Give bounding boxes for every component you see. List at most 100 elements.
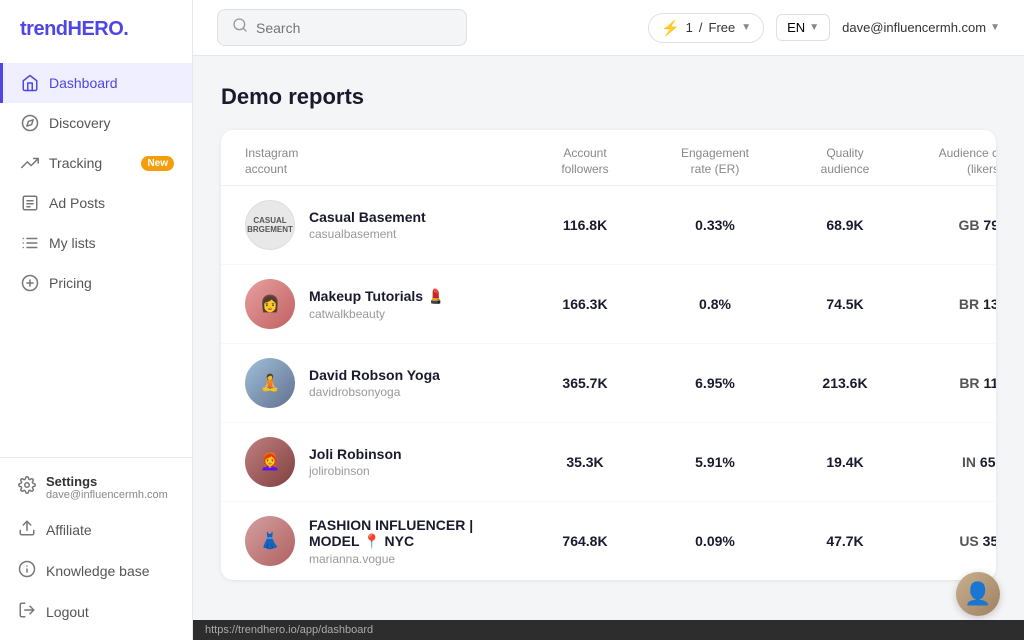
- account-name: Casual Basement: [309, 209, 426, 225]
- sidebar-nav: Dashboard Discovery Tracking New Ad Post…: [0, 59, 192, 457]
- country-value: US 35%: [905, 533, 996, 549]
- plan-separator: /: [699, 20, 703, 35]
- chevron-down-icon: ▼: [741, 22, 751, 33]
- sidebar-item-dashboard[interactable]: Dashboard: [0, 63, 192, 103]
- avatar: 👗: [245, 516, 295, 566]
- plan-number: 1: [686, 20, 693, 35]
- engagement-value: 0.09%: [645, 533, 785, 549]
- account-name: Makeup Tutorials 💄: [309, 288, 444, 305]
- col-country: Audience country(likers): [905, 146, 996, 177]
- avatar: 🧘: [245, 358, 295, 408]
- reports-table: Instagramaccount Accountfollowers Engage…: [221, 130, 996, 580]
- compass-icon: [21, 114, 39, 132]
- header-right: ⚡ 1 / Free ▼ EN ▼ dave@influencermh.com …: [648, 13, 1000, 43]
- status-bar: https://trendhero.io/app/dashboard: [193, 620, 1024, 640]
- country-pct: 35%: [983, 533, 996, 549]
- search-bar[interactable]: [217, 9, 467, 46]
- sidebar-item-knowledge-base[interactable]: Knowledge base: [0, 550, 192, 591]
- logo-dot: .: [123, 18, 128, 40]
- plan-badge[interactable]: ⚡ 1 / Free ▼: [648, 13, 764, 43]
- account-info: Casual Basement casualbasement: [309, 209, 426, 241]
- account-handle: marianna.vogue: [309, 552, 525, 566]
- sidebar-item-ad-posts[interactable]: Ad Posts: [0, 183, 192, 223]
- table-row: CASUALBRGEMENT Casual Basement casualbas…: [221, 186, 996, 265]
- quality-value: 68.9K: [785, 217, 905, 233]
- country-code: GB: [959, 217, 980, 233]
- sidebar-item-label: Affiliate: [46, 522, 92, 538]
- search-icon: [232, 17, 248, 38]
- header: ⚡ 1 / Free ▼ EN ▼ dave@influencermh.com …: [193, 0, 1024, 56]
- logout-icon: [18, 601, 36, 622]
- account-info: Joli Robinson jolirobinson: [309, 446, 402, 478]
- language-selector[interactable]: EN ▼: [776, 14, 830, 41]
- lang-label: EN: [787, 20, 805, 35]
- country-code: BR: [959, 375, 979, 391]
- followers-value: 116.8K: [525, 217, 645, 233]
- user-menu[interactable]: dave@influencermh.com ▼: [842, 20, 1000, 35]
- chevron-down-icon: ▼: [809, 22, 819, 33]
- sidebar-item-settings[interactable]: Settings dave@influencermh.com: [0, 466, 192, 509]
- lightning-icon: ⚡: [661, 19, 680, 37]
- country-value: BR 11%: [905, 375, 996, 391]
- followers-value: 35.3K: [525, 454, 645, 470]
- sidebar-item-discovery[interactable]: Discovery: [0, 103, 192, 143]
- sidebar-item-label: Knowledge base: [46, 563, 150, 579]
- logo: trendHERO.: [0, 0, 192, 59]
- followers-value: 365.7K: [525, 375, 645, 391]
- sidebar-item-label: Discovery: [49, 115, 110, 131]
- sidebar-item-logout[interactable]: Logout: [0, 591, 192, 632]
- file-icon: [21, 194, 39, 212]
- account-cell: 👩‍🦰 Joli Robinson jolirobinson: [245, 437, 525, 487]
- account-info: Makeup Tutorials 💄 catwalkbeauty: [309, 288, 444, 321]
- engagement-value: 0.8%: [645, 296, 785, 312]
- sidebar-bottom: Settings dave@influencermh.com Affiliate…: [0, 457, 192, 640]
- country-code: BR: [959, 296, 979, 312]
- country-pct: 79%: [983, 217, 996, 233]
- search-input[interactable]: [256, 20, 452, 36]
- account-handle: catwalkbeauty: [309, 307, 444, 321]
- info-icon: [18, 560, 36, 581]
- avatar: CASUALBRGEMENT: [245, 200, 295, 250]
- country-code: US: [959, 533, 978, 549]
- sidebar-item-affiliate[interactable]: Affiliate: [0, 509, 192, 550]
- followers-value: 166.3K: [525, 296, 645, 312]
- chevron-down-icon: ▼: [990, 22, 1000, 33]
- settings-label: Settings: [46, 474, 168, 489]
- new-badge: New: [141, 156, 174, 171]
- engagement-value: 6.95%: [645, 375, 785, 391]
- settings-email: dave@influencermh.com: [46, 489, 168, 501]
- page-title: Demo reports: [221, 84, 996, 110]
- gear-icon: [18, 476, 36, 499]
- account-handle: jolirobinson: [309, 464, 402, 478]
- upload-icon: [18, 519, 36, 540]
- country-pct: 13%: [983, 296, 996, 312]
- account-cell: 👗 FASHION INFLUENCER | MODEL 📍 NYC maria…: [245, 516, 525, 566]
- logo-text-accent: HERO: [68, 18, 124, 40]
- col-quality: Qualityaudience: [785, 146, 905, 177]
- main-content: ⚡ 1 / Free ▼ EN ▼ dave@influencermh.com …: [193, 0, 1024, 640]
- logo-text-bold: trend: [20, 18, 68, 40]
- sidebar-item-label: Dashboard: [49, 75, 118, 91]
- col-engagement: Engagementrate (ER): [645, 146, 785, 177]
- sidebar-item-pricing[interactable]: Pricing: [0, 263, 192, 303]
- account-cell: CASUALBRGEMENT Casual Basement casualbas…: [245, 200, 525, 250]
- account-info: David Robson Yoga davidrobsonyoga: [309, 367, 440, 399]
- sidebar-item-my-lists[interactable]: My lists: [0, 223, 192, 263]
- content-area: Demo reports Instagramaccount Accountfol…: [193, 56, 1024, 620]
- account-handle: casualbasement: [309, 227, 426, 241]
- quality-value: 213.6K: [785, 375, 905, 391]
- table-row: 👩‍🦰 Joli Robinson jolirobinson 35.3K 5.9…: [221, 423, 996, 502]
- user-email: dave@influencermh.com: [842, 20, 986, 35]
- country-pct: 65%: [980, 454, 996, 470]
- account-name: FASHION INFLUENCER | MODEL 📍 NYC: [309, 517, 525, 550]
- engagement-value: 5.91%: [645, 454, 785, 470]
- col-account: Instagramaccount: [245, 146, 525, 177]
- sidebar-item-label: Logout: [46, 604, 89, 620]
- country-code: IN: [962, 454, 976, 470]
- country-value: GB 79%: [905, 217, 996, 233]
- floating-user-avatar[interactable]: 👤: [956, 572, 1000, 616]
- account-handle: davidrobsonyoga: [309, 385, 440, 399]
- engagement-value: 0.33%: [645, 217, 785, 233]
- quality-value: 74.5K: [785, 296, 905, 312]
- sidebar-item-tracking[interactable]: Tracking New: [0, 143, 192, 183]
